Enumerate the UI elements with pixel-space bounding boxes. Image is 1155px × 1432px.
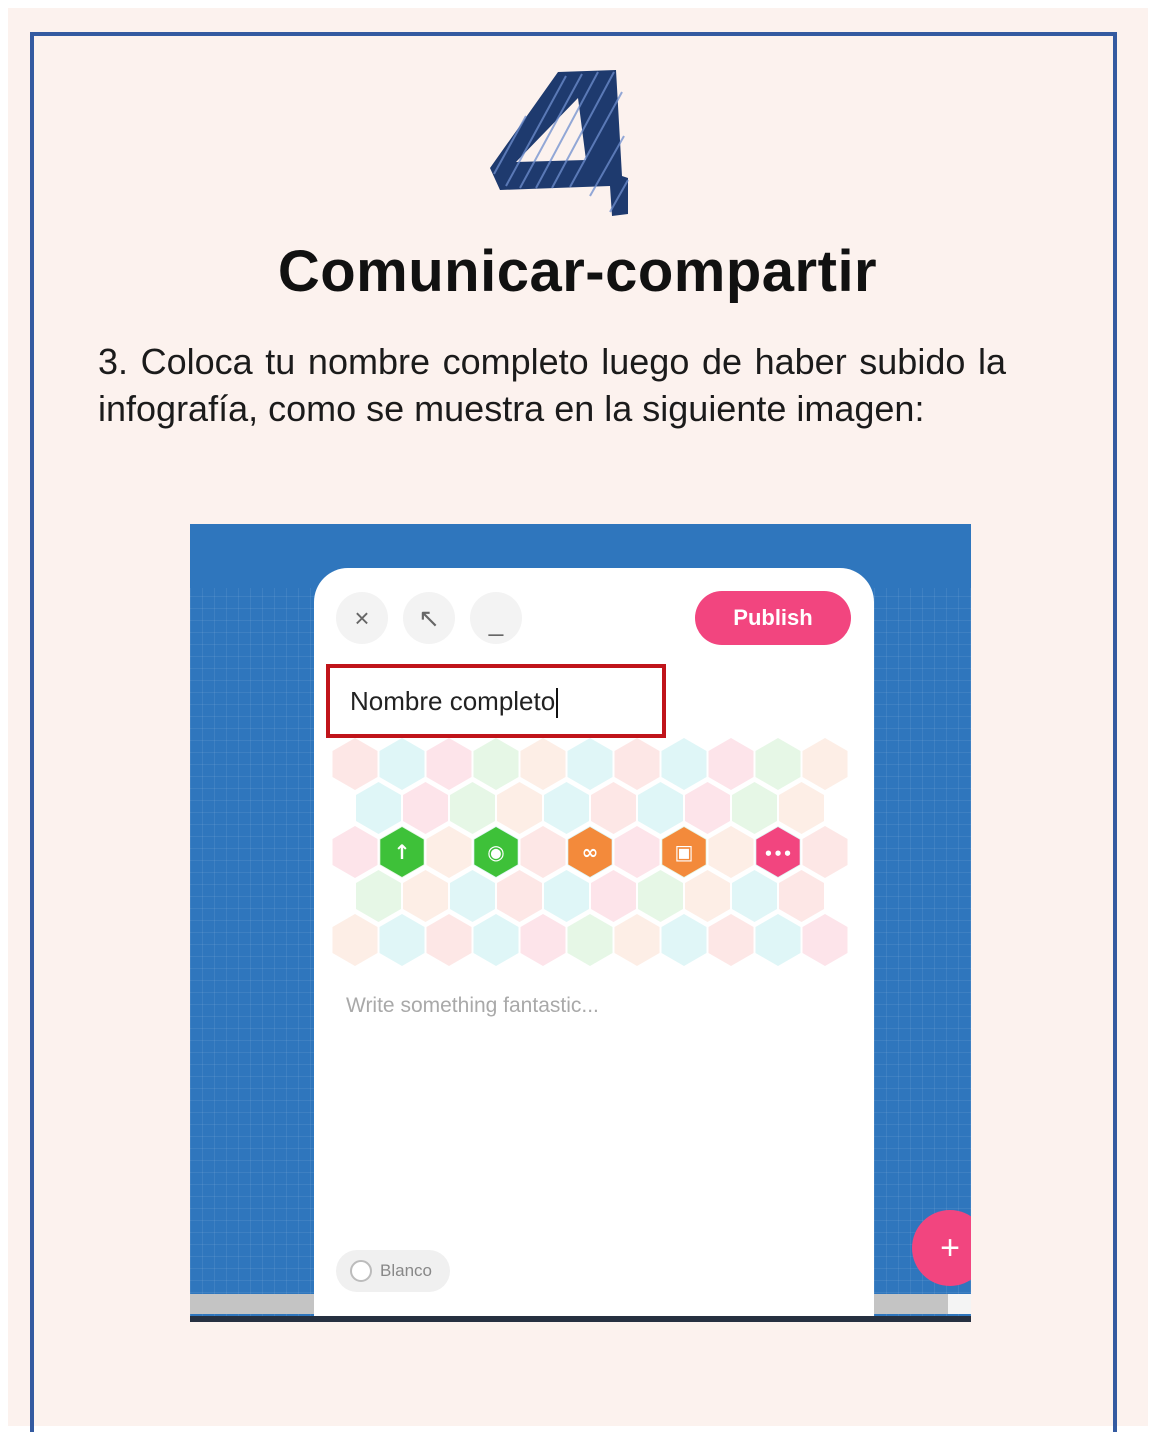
hex-cell	[403, 870, 448, 922]
hex-cell	[520, 738, 566, 790]
hex-cell	[567, 738, 613, 790]
hex-cell	[685, 782, 730, 834]
title-field-highlight: Nombre completo	[326, 664, 666, 738]
hex-cell	[332, 826, 378, 878]
hex-cell	[755, 914, 801, 966]
expand-button[interactable]: ↖	[403, 592, 455, 644]
publish-button[interactable]: Publish	[695, 591, 851, 645]
hex-cell	[450, 870, 495, 922]
hex-cell	[779, 870, 824, 922]
instruction-text: 3. Coloca tu nombre completo luego de ha…	[98, 341, 1006, 429]
hex-cell	[638, 870, 683, 922]
hex-cell	[332, 914, 378, 966]
hex-cell	[755, 738, 801, 790]
hex-cell	[567, 914, 613, 966]
screenshot-bottom-edge	[190, 1316, 971, 1322]
hex-cell	[661, 738, 707, 790]
hex-cell	[497, 870, 542, 922]
hex-cell	[732, 782, 777, 834]
close-button[interactable]: ×	[336, 592, 388, 644]
hex-cell	[450, 782, 495, 834]
hex-cell	[708, 826, 754, 878]
hex-cell	[591, 782, 636, 834]
hex-cell	[685, 870, 730, 922]
hex-cell	[802, 826, 848, 878]
hex-cell	[426, 826, 472, 878]
step-number-graphic: 4	[490, 70, 629, 216]
hex-cell	[614, 826, 660, 878]
hex-cell	[661, 914, 707, 966]
hex-cell	[544, 870, 589, 922]
hex-cell	[591, 870, 636, 922]
hex-cell	[426, 738, 472, 790]
hex-cell	[708, 914, 754, 966]
hex-cell	[473, 914, 519, 966]
link-button[interactable]: ∞	[568, 827, 612, 877]
image-search-icon: ▣	[675, 840, 694, 864]
hex-cell	[708, 738, 754, 790]
expand-icon: ↖	[418, 603, 440, 633]
hex-cell	[779, 782, 824, 834]
color-option-label: Blanco	[380, 1261, 432, 1280]
hex-cell	[426, 914, 472, 966]
post-composer-card: × ↖ _ Publish Nombre completo ↑ ◉ ∞ ▣ ••• Wr…	[314, 568, 874, 1320]
hex-cell	[473, 738, 519, 790]
camera-button[interactable]: ◉	[474, 827, 518, 877]
camera-icon: ◉	[487, 840, 504, 864]
hex-cell	[638, 782, 683, 834]
hex-cell	[544, 782, 589, 834]
hex-cell	[520, 914, 566, 966]
upload-file-button[interactable]: ↑	[380, 827, 424, 877]
hex-cell	[614, 914, 660, 966]
radio-icon	[350, 1260, 372, 1282]
scroll-strip-right	[874, 1294, 948, 1314]
hex-cell	[379, 914, 425, 966]
more-icon: •••	[764, 845, 793, 863]
hex-cell	[802, 738, 848, 790]
title-input-value: Nombre completo	[350, 686, 556, 716]
hex-cell	[356, 870, 401, 922]
upload-file-icon: ↑	[394, 840, 411, 864]
hex-cell	[332, 738, 378, 790]
more-button[interactable]: •••	[756, 827, 800, 877]
minimize-button[interactable]: _	[470, 592, 522, 644]
scroll-strip-left	[190, 1294, 314, 1314]
scroll-strip-right-end	[948, 1294, 971, 1314]
hex-cell	[520, 826, 566, 878]
page-title: Comunicar-compartir	[277, 239, 878, 304]
hex-cell	[614, 738, 660, 790]
hex-cell	[732, 870, 777, 922]
hex-cell	[497, 782, 542, 834]
title-input[interactable]: Nombre completo	[350, 686, 559, 719]
text-cursor	[556, 688, 559, 719]
hex-cell	[379, 738, 425, 790]
color-option-button[interactable]: Blanco	[336, 1250, 450, 1292]
add-post-button[interactable]: +	[912, 1210, 971, 1286]
hex-cell	[403, 782, 448, 834]
attachment-grid: ↑ ◉ ∞ ▣ •••	[332, 738, 848, 966]
close-icon: ×	[354, 603, 370, 633]
body-input[interactable]: Write something fantastic...	[346, 994, 599, 1018]
padlet-screenshot: × ↖ _ Publish Nombre completo ↑ ◉ ∞ ▣ ••• Wr…	[190, 524, 971, 1322]
hex-cell	[356, 782, 401, 834]
hex-cell	[802, 914, 848, 966]
image-search-button[interactable]: ▣	[662, 827, 706, 877]
link-icon: ∞	[582, 840, 599, 864]
minimize-icon: _	[488, 607, 504, 637]
